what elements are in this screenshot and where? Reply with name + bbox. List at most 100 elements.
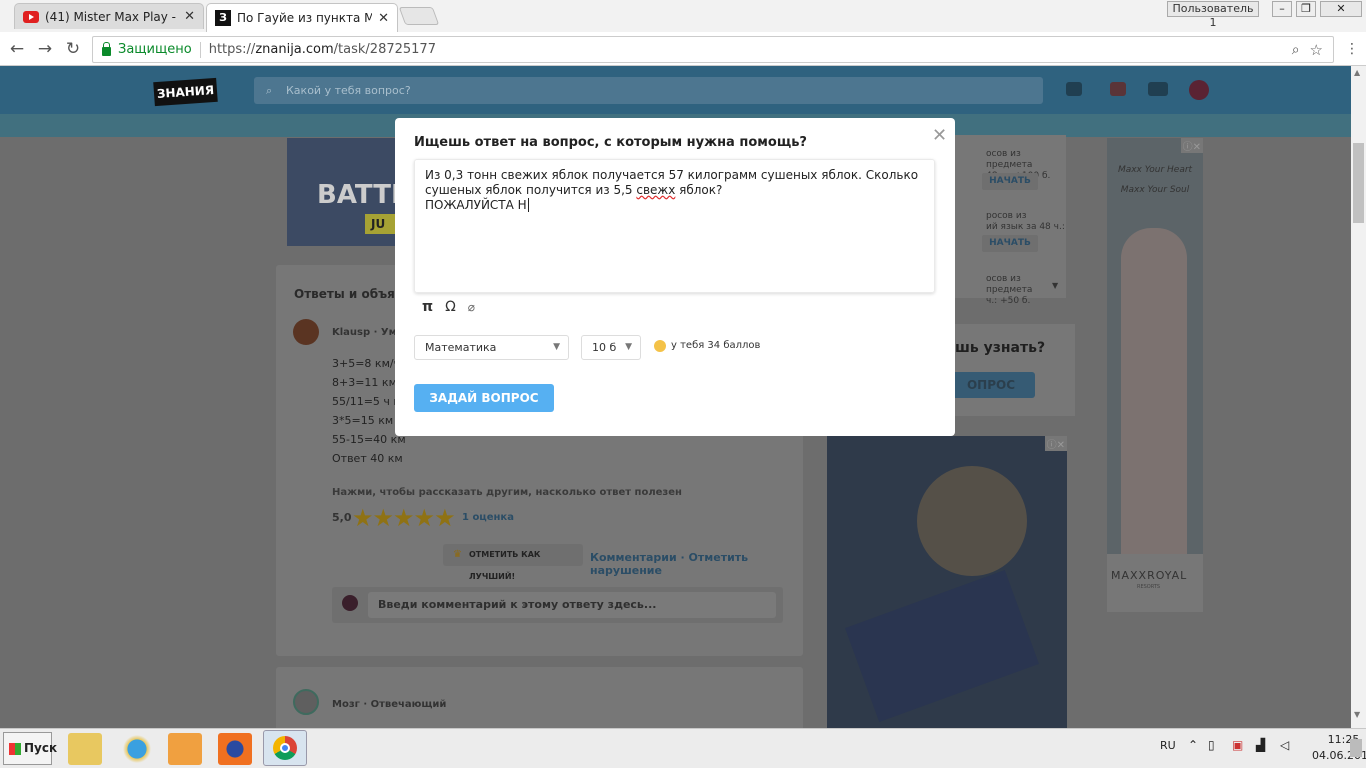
task-text: осов из предмета bbox=[986, 149, 1033, 170]
close-tab-icon[interactable]: ✕ bbox=[184, 9, 195, 24]
ad-text: BATTL bbox=[317, 180, 408, 210]
question-textarea[interactable]: Из 0,3 тонн свежих яблок получается 57 к… bbox=[414, 159, 935, 293]
site-search-input[interactable]: Какой у тебя вопрос? bbox=[254, 77, 1043, 104]
author-avatar[interactable] bbox=[293, 319, 319, 345]
close-window-icon[interactable]: ✕ bbox=[1320, 1, 1362, 17]
mark-best-label: ОТМЕТИТЬ КАК ЛУЧШИЙ! bbox=[469, 550, 541, 581]
comment-input[interactable]: Введи комментарий к этому ответу здесь..… bbox=[368, 592, 776, 618]
chrome-icon-center bbox=[280, 743, 290, 753]
reload-icon[interactable]: ↻ bbox=[63, 39, 83, 59]
scroll-down-icon[interactable]: ▼ bbox=[1052, 281, 1058, 290]
maximize-icon[interactable]: ❐ bbox=[1296, 1, 1316, 17]
game-ad-banner[interactable]: BATTL JU bbox=[287, 138, 408, 246]
task-text: ий язык за 48 ч.: bbox=[986, 222, 1065, 232]
answer-links: Комментарии · Отметить нарушение bbox=[590, 551, 803, 577]
menu-icon[interactable]: ⋮ bbox=[1342, 39, 1362, 59]
tray-alert-icon[interactable]: ▣ bbox=[1232, 738, 1243, 752]
author-avatar[interactable] bbox=[293, 689, 319, 715]
ad-close-icon[interactable]: ⓘ✕ bbox=[1180, 138, 1203, 153]
chat-icon[interactable] bbox=[1066, 82, 1082, 96]
tray-device-icon[interactable]: ▯ bbox=[1208, 738, 1215, 752]
ad-script-line: Maxx Your Soul bbox=[1120, 185, 1190, 195]
author-name[interactable]: Мозг · Отвечающий bbox=[332, 699, 446, 710]
url-host: znanija.com bbox=[255, 42, 334, 57]
scroll-up-icon[interactable]: ▲ bbox=[1354, 68, 1360, 77]
ask-widget-button[interactable]: ОПРОС bbox=[947, 372, 1035, 398]
address-bar[interactable]: Защищено https://znanija.com/task/287251… bbox=[92, 36, 1334, 63]
forward-icon[interactable]: → bbox=[35, 39, 55, 59]
ad-badge: JU bbox=[365, 214, 395, 234]
show-desktop-button[interactable] bbox=[1350, 739, 1362, 757]
rating-count: 1 оценка bbox=[462, 512, 514, 523]
minimize-icon[interactable]: – bbox=[1272, 1, 1292, 17]
ad-close-icon[interactable]: ⓘ✕ bbox=[1044, 436, 1067, 451]
task-item: осов из предмета ч.: +50 б. bbox=[986, 274, 1066, 307]
znanija-icon: З bbox=[215, 10, 231, 26]
tab-znanija[interactable]: З По Гауйе из пункта М в ✕ bbox=[206, 3, 398, 32]
pi-icon[interactable]: π bbox=[422, 299, 433, 315]
url-text: https://znanija.com/task/28725177 bbox=[209, 42, 436, 57]
scroll-down-icon[interactable]: ▼ bbox=[1354, 710, 1360, 719]
task-item: росов из ий язык за 48 ч.: bbox=[986, 211, 1065, 233]
lock-icon bbox=[102, 41, 111, 56]
back-icon[interactable]: ← bbox=[7, 39, 27, 59]
scrollbar-thumb[interactable] bbox=[1353, 143, 1364, 223]
ask-question-button[interactable]: ЗАДАЙ ВОПРОС bbox=[414, 384, 554, 412]
points-select[interactable]: 10 б ▼ bbox=[581, 335, 641, 360]
question-text: яблок? bbox=[675, 183, 723, 197]
internet-explorer-icon[interactable] bbox=[120, 733, 154, 765]
question-text: ПОЖАЛУЙСТА Н bbox=[425, 198, 527, 212]
tab-title: По Гауйе из пункта М в bbox=[237, 11, 373, 25]
balloon-ad[interactable]: ⓘ✕ bbox=[827, 436, 1067, 728]
browser-tab-strip: (41) Mister Max Play - Yo ✕ З По Гауйе и… bbox=[0, 0, 1366, 32]
points-value: 10 б bbox=[592, 341, 617, 354]
rating-stars[interactable]: ★★★★★ bbox=[352, 504, 456, 532]
ad-script: Maxx Your Heart Maxx Your Soul bbox=[1115, 160, 1195, 200]
url-path: /task/28725177 bbox=[333, 42, 436, 57]
firefox-icon[interactable] bbox=[218, 733, 252, 765]
media-player-icon[interactable] bbox=[168, 733, 202, 765]
answer-line: Ответ 40 км bbox=[332, 452, 403, 465]
explorer-icon[interactable] bbox=[68, 733, 102, 765]
points-balance: у тебя 34 баллов bbox=[671, 340, 761, 351]
resort-ad[interactable]: Maxx Your Heart Maxx Your Soul MAXXROYAL … bbox=[1107, 138, 1203, 612]
omega-icon[interactable]: Ω bbox=[445, 299, 456, 315]
language-indicator[interactable]: RU bbox=[1160, 739, 1176, 752]
subject-select[interactable]: Математика ▼ bbox=[414, 335, 569, 360]
tab-youtube[interactable]: (41) Mister Max Play - Yo ✕ bbox=[14, 3, 204, 29]
avatar[interactable] bbox=[1189, 80, 1209, 100]
task-text: ч.: +50 б. bbox=[986, 296, 1031, 306]
zoom-icon[interactable]: ⌕ bbox=[1292, 42, 1300, 58]
answer-card-2: Мозг · Отвечающий bbox=[276, 667, 803, 728]
start-label: Пуск bbox=[24, 741, 58, 755]
close-tab-icon[interactable]: ✕ bbox=[378, 11, 389, 26]
friends-icon[interactable] bbox=[1148, 82, 1168, 96]
ask-question-modal: Ищешь ответ на вопрос, с которым нужна п… bbox=[395, 118, 955, 436]
bookmark-star-icon[interactable]: ☆ bbox=[1310, 41, 1323, 59]
mark-best-button[interactable]: ♛ ОТМЕТИТЬ КАК ЛУЧШИЙ! bbox=[443, 544, 583, 581]
task-text: росов из bbox=[986, 211, 1027, 221]
new-tab-button[interactable] bbox=[398, 7, 440, 25]
network-icon[interactable]: ▟ bbox=[1256, 738, 1265, 752]
comments-link[interactable]: Комментарии bbox=[590, 551, 677, 564]
ad-bus-shape bbox=[845, 569, 1039, 723]
editor-tools: π Ω ⌀ bbox=[422, 299, 475, 315]
coin-icon bbox=[654, 340, 666, 352]
start-button[interactable]: Пуск bbox=[3, 732, 57, 765]
start-task-button[interactable]: НАЧАТЬ bbox=[982, 235, 1038, 252]
author-name[interactable]: Klausp · Умн bbox=[332, 327, 404, 338]
ad-balloon-shape bbox=[917, 466, 1027, 576]
tasks-widget: осов из предмета48 ч.: +100 б. НАЧАТЬ ро… bbox=[936, 135, 1066, 306]
misspelled-word: свежх bbox=[636, 183, 676, 197]
start-task-button[interactable]: НАЧАТЬ bbox=[982, 173, 1038, 190]
close-icon[interactable]: ✕ bbox=[932, 125, 947, 146]
secure-label: Защищено bbox=[118, 42, 192, 57]
tray-expand-icon[interactable]: ⌃ bbox=[1188, 738, 1198, 752]
chrome-taskbar-button[interactable] bbox=[263, 730, 307, 766]
attachment-icon[interactable]: ⌀ bbox=[468, 300, 475, 314]
site-logo[interactable]: ЗНАНИЯ bbox=[153, 77, 218, 107]
ad-brand-sub: RESORTS bbox=[1137, 584, 1161, 590]
volume-icon[interactable]: ◁ bbox=[1280, 738, 1289, 752]
notifications-icon[interactable] bbox=[1110, 82, 1126, 96]
profile-chip[interactable]: Пользователь 1 bbox=[1167, 1, 1259, 29]
